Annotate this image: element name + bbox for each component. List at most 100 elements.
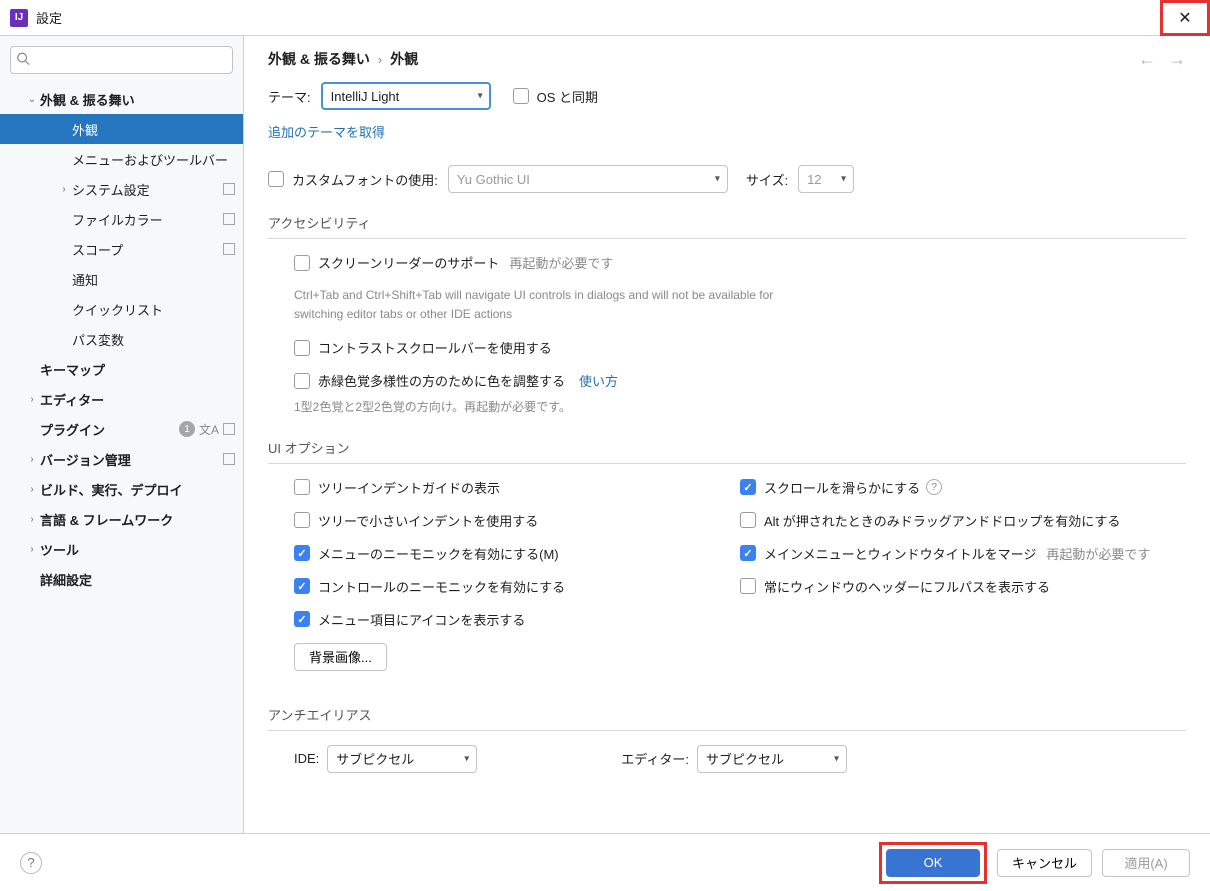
project-scope-icon (223, 213, 235, 225)
theme-label: テーマ: (268, 87, 311, 106)
screen-reader-checkbox[interactable] (294, 255, 310, 271)
tree-arrow-icon: › (24, 514, 40, 525)
alt-drag-checkbox[interactable] (740, 512, 756, 528)
search-input[interactable] (10, 46, 233, 74)
color-adjust-label: 赤緑色覚多様性の方のために色を調整する (318, 371, 565, 390)
fullpath-header-checkbox[interactable] (740, 578, 756, 594)
sidebar-item-15[interactable]: ›ツール (0, 534, 243, 564)
background-image-button[interactable]: 背景画像... (294, 643, 387, 671)
aa-ide-label: IDE: (294, 751, 319, 766)
custom-font-checkbox[interactable] (268, 171, 284, 187)
sidebar-item-8[interactable]: パス変数 (0, 324, 243, 354)
tree-arrow-icon: ⌄ (24, 94, 40, 105)
sidebar-item-0[interactable]: ⌄外観 & 振る舞い (0, 84, 243, 114)
sidebar-item-label: メニューおよびツールバー (72, 150, 235, 169)
sidebar-item-label: ツール (40, 540, 235, 559)
badge-icon: 1 (179, 421, 195, 437)
tree-arrow-icon: › (24, 454, 40, 465)
smooth-scroll-help-icon[interactable]: ? (926, 479, 942, 495)
contrast-scrollbar-checkbox[interactable] (294, 340, 310, 356)
get-more-themes-link[interactable]: 追加のテーマを取得 (268, 122, 385, 141)
sidebar-item-3[interactable]: ›システム設定 (0, 174, 243, 204)
ok-button[interactable]: OK (886, 849, 980, 877)
breadcrumb-root[interactable]: 外観 & 振る舞い (268, 49, 370, 69)
screen-reader-hint: 再起動が必要です (509, 253, 613, 272)
sidebar-item-12[interactable]: ›バージョン管理 (0, 444, 243, 474)
sync-os-checkbox[interactable] (513, 88, 529, 104)
tree-arrow-icon: › (56, 184, 72, 195)
control-mnemonic-label: コントロールのニーモニックを有効にする (318, 577, 565, 596)
indent-guides-checkbox[interactable] (294, 479, 310, 495)
alt-drag-label: Alt が押されたときのみドラッグアンドドロップを有効にする (764, 511, 1120, 530)
sidebar-item-14[interactable]: ›言語 & フレームワーク (0, 504, 243, 534)
sidebar-item-label: キーマップ (40, 360, 235, 379)
sidebar-item-2[interactable]: メニューおよびツールバー (0, 144, 243, 174)
sidebar-item-label: 外観 (72, 120, 235, 139)
antialias-title: アンチエイリアス (268, 705, 1186, 724)
control-mnemonic-checkbox[interactable] (294, 578, 310, 594)
sidebar-item-label: スコープ (72, 240, 223, 259)
sidebar-item-label: パス変数 (72, 330, 235, 349)
aa-editor-select[interactable]: サブピクセル ▾ (697, 745, 847, 773)
sidebar-item-label: クイックリスト (72, 300, 235, 319)
smooth-scroll-checkbox[interactable] (740, 479, 756, 495)
project-scope-icon (223, 453, 235, 465)
sidebar-item-label: 通知 (72, 270, 235, 289)
search-icon (16, 52, 30, 69)
sidebar-item-label: バージョン管理 (40, 450, 223, 469)
close-icon[interactable]: ✕ (1178, 8, 1191, 28)
aa-ide-select[interactable]: サブピクセル ▾ (327, 745, 477, 773)
project-scope-icon (223, 243, 235, 255)
cancel-button[interactable]: キャンセル (997, 849, 1092, 877)
project-scope-icon (223, 423, 235, 435)
menu-icons-checkbox[interactable] (294, 611, 310, 627)
sidebar-item-9[interactable]: キーマップ (0, 354, 243, 384)
small-indent-checkbox[interactable] (294, 512, 310, 528)
theme-select[interactable]: IntelliJ Light ▾ (321, 82, 491, 110)
sidebar-item-13[interactable]: ›ビルド、実行、デプロイ (0, 474, 243, 504)
sidebar-item-label: 詳細設定 (40, 570, 235, 589)
color-howto-link[interactable]: 使い方 (579, 371, 618, 390)
screen-reader-label: スクリーンリーダーのサポート (318, 253, 499, 272)
indent-guides-label: ツリーインデントガイドの表示 (318, 478, 500, 497)
sidebar: ⌄外観 & 振る舞い外観メニューおよびツールバー›システム設定ファイルカラースコ… (0, 36, 244, 833)
small-indent-label: ツリーで小さいインデントを使用する (318, 511, 538, 530)
contrast-scrollbar-label: コントラストスクロールバーを使用する (318, 338, 552, 357)
smooth-scroll-label: スクロールを滑らかにする (764, 478, 920, 497)
sidebar-item-10[interactable]: ›エディター (0, 384, 243, 414)
menu-mnemonic-checkbox[interactable] (294, 545, 310, 561)
custom-font-label: カスタムフォントの使用: (292, 170, 438, 189)
merge-title-checkbox[interactable] (740, 545, 756, 561)
nav-forward-icon[interactable]: → (1168, 49, 1186, 70)
font-select[interactable]: Yu Gothic UI ▾ (448, 165, 728, 193)
sidebar-item-6[interactable]: 通知 (0, 264, 243, 294)
sidebar-item-label: ビルド、実行、デプロイ (40, 480, 235, 499)
help-icon[interactable]: ? (20, 852, 42, 874)
window-title: 設定 (36, 8, 1160, 27)
accessibility-title: アクセシビリティ (268, 213, 1186, 232)
breadcrumb-current: 外観 (390, 49, 418, 69)
sidebar-item-1[interactable]: 外観 (0, 114, 243, 144)
font-size-label: サイズ: (746, 170, 788, 189)
language-icon: 文A (199, 421, 219, 438)
sidebar-item-11[interactable]: プラグイン1文A (0, 414, 243, 444)
sidebar-item-label: 言語 & フレームワーク (40, 510, 235, 529)
sidebar-item-5[interactable]: スコープ (0, 234, 243, 264)
sidebar-item-label: 外観 & 振る舞い (40, 90, 235, 109)
menu-mnemonic-label: メニューのニーモニックを有効にする(M) (318, 544, 559, 563)
sync-os-label: OS と同期 (537, 87, 598, 106)
screen-reader-desc: Ctrl+Tab and Ctrl+Shift+Tab will navigat… (294, 286, 774, 324)
tree-arrow-icon: › (24, 484, 40, 495)
sidebar-item-16[interactable]: 詳細設定 (0, 564, 243, 594)
color-adjust-desc: 1型2色覚と2型2色覚の方向け。再起動が必要です。 (294, 398, 774, 417)
sidebar-item-label: プラグイン (40, 420, 179, 439)
sidebar-item-4[interactable]: ファイルカラー (0, 204, 243, 234)
nav-back-icon[interactable]: ← (1138, 49, 1156, 70)
ui-options-title: UI オプション (268, 438, 1186, 457)
sidebar-item-7[interactable]: クイックリスト (0, 294, 243, 324)
color-adjust-checkbox[interactable] (294, 373, 310, 389)
apply-button[interactable]: 適用(A) (1102, 849, 1190, 877)
font-size-select[interactable]: 12 ▾ (798, 165, 854, 193)
merge-title-label: メインメニューとウィンドウタイトルをマージ (764, 544, 1036, 563)
sidebar-item-label: システム設定 (72, 180, 223, 199)
